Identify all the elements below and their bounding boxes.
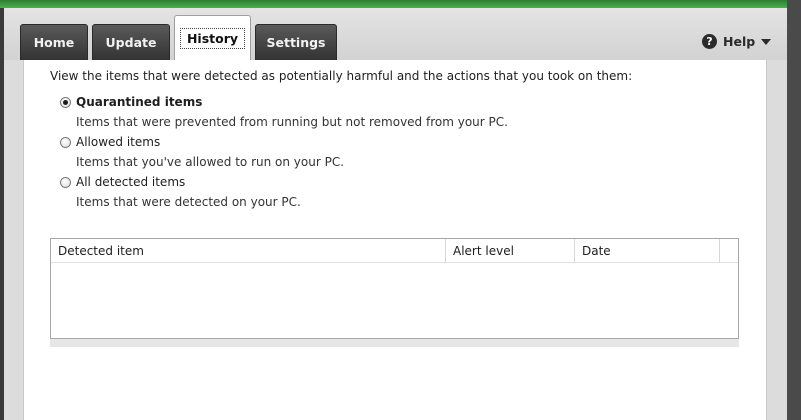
tab-update-label: Update	[105, 35, 157, 50]
title-accent-band	[0, 0, 801, 8]
tab-update[interactable]: Update	[92, 24, 170, 60]
table-footer-bar	[50, 339, 739, 347]
option-quarantined-description: Items that were prevented from running b…	[76, 115, 508, 129]
option-all-detected-description: Items that were detected on your PC.	[76, 195, 301, 209]
radio-quarantined[interactable]	[60, 96, 71, 108]
tab-settings[interactable]: Settings	[255, 24, 337, 60]
tab-home-label: Home	[33, 35, 75, 50]
help-label: Help	[723, 34, 756, 49]
option-all-detected-label: All detected items	[76, 175, 186, 189]
option-quarantined-label: Quarantined items	[76, 95, 203, 109]
column-header-detected-item[interactable]: Detected item	[51, 239, 446, 262]
tab-history[interactable]: History	[174, 15, 251, 61]
option-allowed-description: Items that you've allowed to run on your…	[76, 155, 345, 169]
radio-allowed[interactable]	[60, 136, 71, 148]
question-circle-icon: ?	[702, 34, 717, 49]
defender-window: Home Update History Settings ? Help View…	[4, 8, 787, 420]
intro-text: View the items that were detected as pot…	[50, 69, 633, 83]
column-header-date[interactable]: Date	[575, 239, 720, 262]
detected-items-table: Detected item Alert level Date	[50, 238, 739, 339]
tab-history-label: History	[179, 28, 246, 49]
table-header: Detected item Alert level Date	[51, 239, 738, 263]
option-allowed[interactable]: Allowed items	[60, 135, 160, 149]
option-quarantined[interactable]: Quarantined items	[60, 95, 202, 109]
option-allowed-label: Allowed items	[76, 135, 161, 149]
tab-home[interactable]: Home	[20, 24, 88, 60]
option-all-detected[interactable]: All detected items	[60, 175, 185, 189]
column-header-alert-level[interactable]: Alert level	[446, 239, 575, 262]
history-panel: View the items that were detected as pot…	[23, 60, 767, 420]
tab-settings-label: Settings	[266, 35, 326, 50]
chevron-down-icon	[761, 38, 772, 45]
window-frame-right	[787, 0, 801, 420]
help-menu-button[interactable]: ? Help	[702, 34, 772, 49]
radio-all-detected[interactable]	[60, 176, 71, 188]
